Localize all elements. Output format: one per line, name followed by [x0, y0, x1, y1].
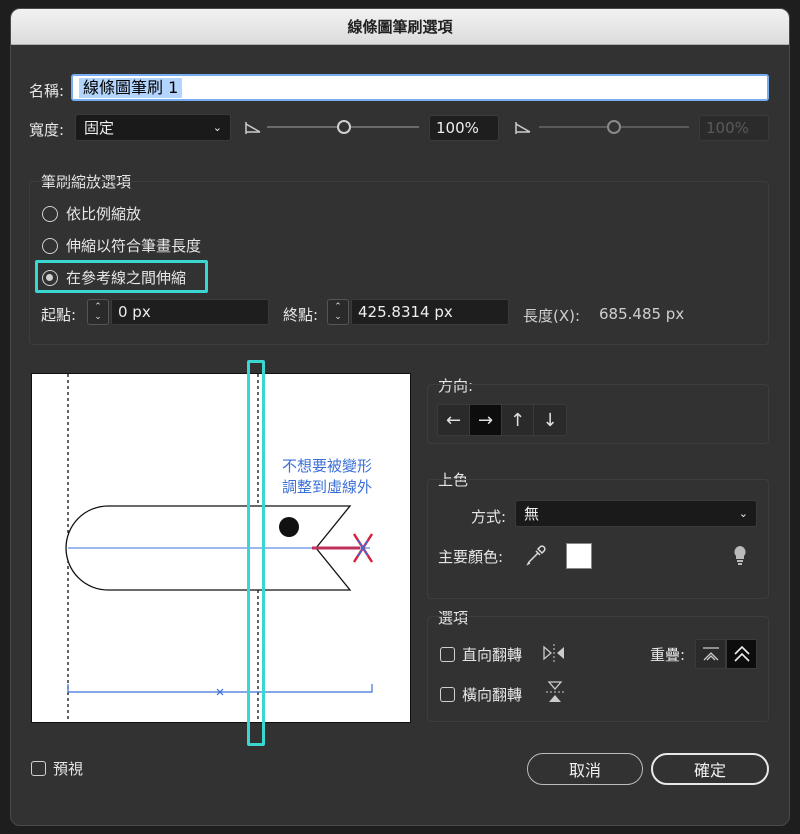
radio-button[interactable] [42, 269, 58, 286]
key-color-swatch[interactable] [566, 543, 592, 569]
overlap-stack-icon [733, 645, 750, 662]
radio-button[interactable] [42, 237, 58, 254]
name-input[interactable]: 線條圖筆刷 1 [71, 74, 769, 101]
width-slider-2-thumb[interactable] [607, 120, 621, 134]
colorize-box [427, 479, 769, 599]
radio-label: 依比例縮放 [66, 205, 142, 223]
checkbox[interactable] [440, 647, 455, 662]
name-input-value: 線條圖筆刷 1 [79, 77, 183, 98]
radio-stretch-to-fit[interactable]: 伸縮以符合筆畫長度 [42, 235, 201, 256]
radio-stretch-between-guides[interactable]: 在參考線之間伸縮 [42, 267, 186, 288]
method-value: 無 [524, 505, 540, 523]
end-stepper[interactable]: ⌃ ⌄ [327, 299, 349, 325]
width-value-field-disabled: 100% [699, 115, 769, 141]
brush-preview-canvas [65, 374, 374, 722]
width-slider-thumb[interactable] [337, 120, 351, 134]
taper-icon [245, 122, 261, 134]
radio-button[interactable] [42, 205, 58, 222]
method-label: 方式: [471, 508, 507, 526]
start-stepper[interactable]: ⌃ ⌄ [87, 299, 109, 325]
brush-eye [279, 517, 299, 537]
width-mode-value: 固定 [84, 119, 115, 137]
radio-label: 伸縮以符合筆畫長度 [66, 237, 202, 255]
cancel-button[interactable]: 取消 [527, 753, 643, 785]
width-mode-dropdown[interactable]: 固定 ⌄ [75, 114, 231, 141]
name-label: 名稱: [29, 82, 65, 100]
width-label: 寬度: [29, 121, 65, 139]
length-value: 685.485 px [599, 305, 685, 323]
chevron-down-icon: ⌄ [738, 507, 748, 520]
key-color-label: 主要顏色: [438, 548, 504, 566]
window-title: 線條圖筆刷選項 [347, 18, 453, 36]
brush-preview: 不想要被變形 調整到虛線外 [31, 373, 411, 723]
annotation-line-1: 不想要被變形 [282, 457, 373, 475]
eyedropper-icon[interactable] [525, 544, 547, 566]
length-bracket [67, 684, 373, 693]
checkbox[interactable] [31, 761, 46, 776]
flip-along-checkbox-row[interactable]: 直向翻轉 [440, 644, 522, 665]
guide-highlight-box [247, 360, 265, 746]
flip-across-checkbox-row[interactable]: 橫向翻轉 [440, 684, 522, 705]
radio-label: 在參考線之間伸縮 [66, 269, 187, 287]
preview-checkbox-row[interactable]: 預視 [31, 758, 83, 779]
end-input[interactable]: 425.8314 px [351, 299, 509, 325]
direction-left-button[interactable]: ← [438, 405, 470, 435]
lightbulb-icon[interactable] [731, 544, 749, 566]
overlap-adjust-icon [702, 647, 719, 661]
overlap-option-2-button[interactable] [726, 639, 757, 669]
flip-across-icon [546, 681, 564, 702]
length-label: 長度(X): [523, 307, 581, 325]
annotation-line-2: 調整到虛線外 [282, 478, 373, 496]
radio-proportional[interactable]: 依比例縮放 [42, 203, 141, 224]
options-box [427, 616, 769, 722]
dialog-window: 線條圖筆刷選項 名稱: 線條圖筆刷 1 寬度: 固定 ⌄ 100% 100% 筆… [10, 8, 790, 826]
start-input[interactable]: 0 px [111, 299, 269, 325]
preview-label: 預視 [53, 760, 84, 778]
flip-across-label: 橫向翻轉 [462, 686, 523, 704]
checkbox[interactable] [440, 687, 455, 702]
end-label: 終點: [283, 306, 319, 324]
width-value-field[interactable]: 100% [429, 115, 499, 141]
taper-icon-2 [515, 122, 531, 134]
flip-along-icon [543, 644, 564, 662]
ok-button[interactable]: 確定 [651, 753, 769, 785]
start-label: 起點: [41, 306, 77, 324]
direction-down-button[interactable]: ↓ [534, 405, 566, 435]
direction-up-button[interactable]: ↑ [502, 405, 534, 435]
direction-buttons: ← → ↑ ↓ [437, 404, 567, 436]
flip-along-label: 直向翻轉 [462, 646, 523, 664]
direction-right-button[interactable]: → [470, 405, 502, 435]
preview-annotation: 不想要被變形 調整到虛線外 [282, 456, 372, 498]
overlap-option-1-button[interactable] [695, 639, 726, 669]
title-bar: 線條圖筆刷選項 [11, 9, 789, 45]
method-dropdown[interactable]: 無 ⌄ [515, 500, 757, 527]
overlap-label: 重疊: [650, 646, 686, 664]
chevron-down-icon: ⌄ [212, 121, 222, 134]
